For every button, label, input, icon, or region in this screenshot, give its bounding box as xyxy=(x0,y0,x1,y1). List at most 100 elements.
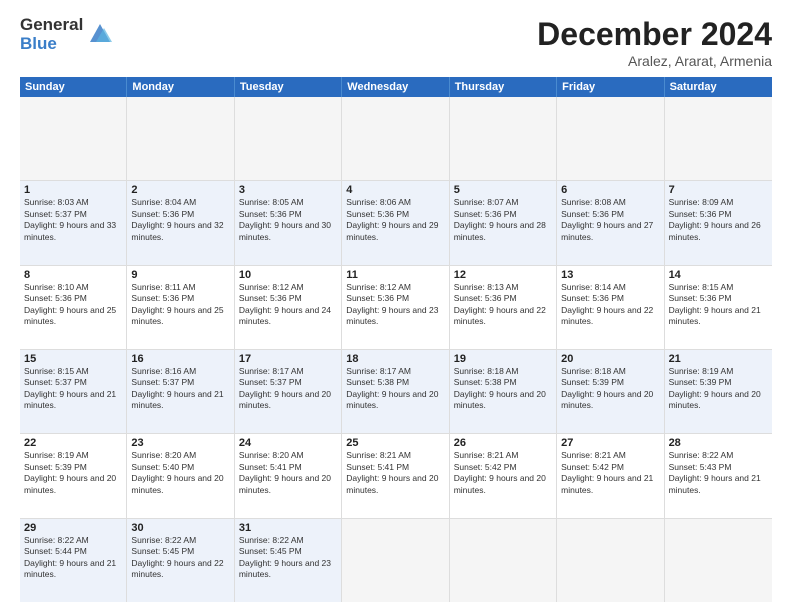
header-thursday: Thursday xyxy=(450,77,557,97)
cell-info: Sunrise: 8:06 AMSunset: 5:36 PMDaylight:… xyxy=(346,197,444,243)
calendar: Sunday Monday Tuesday Wednesday Thursday… xyxy=(20,77,772,602)
calendar-cell: 5Sunrise: 8:07 AMSunset: 5:36 PMDaylight… xyxy=(450,181,557,264)
page: General Blue December 2024 Aralez, Arara… xyxy=(0,0,792,612)
day-number: 28 xyxy=(669,437,768,449)
calendar-cell: 22Sunrise: 8:19 AMSunset: 5:39 PMDayligh… xyxy=(20,434,127,517)
day-number: 13 xyxy=(561,269,659,281)
calendar-cell: 20Sunrise: 8:18 AMSunset: 5:39 PMDayligh… xyxy=(557,350,664,433)
logo-icon xyxy=(86,20,114,51)
cell-info: Sunrise: 8:05 AMSunset: 5:36 PMDaylight:… xyxy=(239,197,337,243)
cell-info: Sunrise: 8:17 AMSunset: 5:38 PMDaylight:… xyxy=(346,366,444,412)
calendar-cell xyxy=(450,97,557,180)
calendar-cell: 21Sunrise: 8:19 AMSunset: 5:39 PMDayligh… xyxy=(665,350,772,433)
day-number: 5 xyxy=(454,184,552,196)
day-number: 23 xyxy=(131,437,229,449)
cell-info: Sunrise: 8:08 AMSunset: 5:36 PMDaylight:… xyxy=(561,197,659,243)
day-number: 31 xyxy=(239,522,337,534)
day-number: 27 xyxy=(561,437,659,449)
month-title: December 2024 xyxy=(537,16,772,53)
day-number: 7 xyxy=(669,184,768,196)
calendar-cell: 2Sunrise: 8:04 AMSunset: 5:36 PMDaylight… xyxy=(127,181,234,264)
calendar-body: 1Sunrise: 8:03 AMSunset: 5:37 PMDaylight… xyxy=(20,97,772,602)
calendar-cell: 30Sunrise: 8:22 AMSunset: 5:45 PMDayligh… xyxy=(127,519,234,602)
cell-info: Sunrise: 8:15 AMSunset: 5:36 PMDaylight:… xyxy=(669,282,768,328)
day-number: 24 xyxy=(239,437,337,449)
calendar-cell: 12Sunrise: 8:13 AMSunset: 5:36 PMDayligh… xyxy=(450,266,557,349)
calendar-cell: 18Sunrise: 8:17 AMSunset: 5:38 PMDayligh… xyxy=(342,350,449,433)
cell-info: Sunrise: 8:22 AMSunset: 5:43 PMDaylight:… xyxy=(669,450,768,496)
calendar-cell: 28Sunrise: 8:22 AMSunset: 5:43 PMDayligh… xyxy=(665,434,772,517)
day-number: 20 xyxy=(561,353,659,365)
day-number: 26 xyxy=(454,437,552,449)
header-tuesday: Tuesday xyxy=(235,77,342,97)
calendar-cell: 15Sunrise: 8:15 AMSunset: 5:37 PMDayligh… xyxy=(20,350,127,433)
day-number: 29 xyxy=(24,522,122,534)
cell-info: Sunrise: 8:21 AMSunset: 5:42 PMDaylight:… xyxy=(561,450,659,496)
logo-general: General xyxy=(20,16,83,35)
day-number: 10 xyxy=(239,269,337,281)
calendar-cell: 4Sunrise: 8:06 AMSunset: 5:36 PMDaylight… xyxy=(342,181,449,264)
calendar-cell xyxy=(235,97,342,180)
cell-info: Sunrise: 8:15 AMSunset: 5:37 PMDaylight:… xyxy=(24,366,122,412)
calendar-week-3: 15Sunrise: 8:15 AMSunset: 5:37 PMDayligh… xyxy=(20,350,772,434)
cell-info: Sunrise: 8:04 AMSunset: 5:36 PMDaylight:… xyxy=(131,197,229,243)
day-number: 21 xyxy=(669,353,768,365)
cell-info: Sunrise: 8:21 AMSunset: 5:41 PMDaylight:… xyxy=(346,450,444,496)
calendar-cell: 13Sunrise: 8:14 AMSunset: 5:36 PMDayligh… xyxy=(557,266,664,349)
cell-info: Sunrise: 8:20 AMSunset: 5:40 PMDaylight:… xyxy=(131,450,229,496)
calendar-cell: 14Sunrise: 8:15 AMSunset: 5:36 PMDayligh… xyxy=(665,266,772,349)
header-sunday: Sunday xyxy=(20,77,127,97)
logo-blue: Blue xyxy=(20,35,83,54)
cell-info: Sunrise: 8:12 AMSunset: 5:36 PMDaylight:… xyxy=(346,282,444,328)
cell-info: Sunrise: 8:16 AMSunset: 5:37 PMDaylight:… xyxy=(131,366,229,412)
cell-info: Sunrise: 8:20 AMSunset: 5:41 PMDaylight:… xyxy=(239,450,337,496)
calendar-week-2: 8Sunrise: 8:10 AMSunset: 5:36 PMDaylight… xyxy=(20,266,772,350)
calendar-cell: 11Sunrise: 8:12 AMSunset: 5:36 PMDayligh… xyxy=(342,266,449,349)
logo-text: General Blue xyxy=(20,16,83,53)
subtitle: Aralez, Ararat, Armenia xyxy=(537,53,772,69)
cell-info: Sunrise: 8:11 AMSunset: 5:36 PMDaylight:… xyxy=(131,282,229,328)
title-block: December 2024 Aralez, Ararat, Armenia xyxy=(537,16,772,69)
calendar-cell: 16Sunrise: 8:16 AMSunset: 5:37 PMDayligh… xyxy=(127,350,234,433)
calendar-cell: 10Sunrise: 8:12 AMSunset: 5:36 PMDayligh… xyxy=(235,266,342,349)
cell-info: Sunrise: 8:14 AMSunset: 5:36 PMDaylight:… xyxy=(561,282,659,328)
day-number: 3 xyxy=(239,184,337,196)
day-number: 6 xyxy=(561,184,659,196)
logo: General Blue xyxy=(20,16,114,53)
calendar-cell: 29Sunrise: 8:22 AMSunset: 5:44 PMDayligh… xyxy=(20,519,127,602)
day-number: 19 xyxy=(454,353,552,365)
calendar-cell: 17Sunrise: 8:17 AMSunset: 5:37 PMDayligh… xyxy=(235,350,342,433)
calendar-cell: 8Sunrise: 8:10 AMSunset: 5:36 PMDaylight… xyxy=(20,266,127,349)
day-number: 18 xyxy=(346,353,444,365)
cell-info: Sunrise: 8:09 AMSunset: 5:36 PMDaylight:… xyxy=(669,197,768,243)
calendar-week-4: 22Sunrise: 8:19 AMSunset: 5:39 PMDayligh… xyxy=(20,434,772,518)
calendar-cell xyxy=(20,97,127,180)
cell-info: Sunrise: 8:22 AMSunset: 5:45 PMDaylight:… xyxy=(239,535,337,581)
day-number: 15 xyxy=(24,353,122,365)
calendar-cell: 19Sunrise: 8:18 AMSunset: 5:38 PMDayligh… xyxy=(450,350,557,433)
day-number: 22 xyxy=(24,437,122,449)
calendar-cell xyxy=(557,97,664,180)
cell-info: Sunrise: 8:12 AMSunset: 5:36 PMDaylight:… xyxy=(239,282,337,328)
calendar-cell: 6Sunrise: 8:08 AMSunset: 5:36 PMDaylight… xyxy=(557,181,664,264)
header: General Blue December 2024 Aralez, Arara… xyxy=(20,16,772,69)
day-number: 8 xyxy=(24,269,122,281)
calendar-cell: 9Sunrise: 8:11 AMSunset: 5:36 PMDaylight… xyxy=(127,266,234,349)
calendar-cell: 23Sunrise: 8:20 AMSunset: 5:40 PMDayligh… xyxy=(127,434,234,517)
cell-info: Sunrise: 8:10 AMSunset: 5:36 PMDaylight:… xyxy=(24,282,122,328)
calendar-cell: 3Sunrise: 8:05 AMSunset: 5:36 PMDaylight… xyxy=(235,181,342,264)
calendar-cell: 31Sunrise: 8:22 AMSunset: 5:45 PMDayligh… xyxy=(235,519,342,602)
day-number: 4 xyxy=(346,184,444,196)
day-number: 9 xyxy=(131,269,229,281)
calendar-cell: 27Sunrise: 8:21 AMSunset: 5:42 PMDayligh… xyxy=(557,434,664,517)
calendar-cell: 1Sunrise: 8:03 AMSunset: 5:37 PMDaylight… xyxy=(20,181,127,264)
day-number: 11 xyxy=(346,269,444,281)
calendar-cell xyxy=(342,519,449,602)
day-number: 30 xyxy=(131,522,229,534)
day-number: 2 xyxy=(131,184,229,196)
calendar-cell xyxy=(557,519,664,602)
calendar-cell: 25Sunrise: 8:21 AMSunset: 5:41 PMDayligh… xyxy=(342,434,449,517)
day-number: 16 xyxy=(131,353,229,365)
cell-info: Sunrise: 8:19 AMSunset: 5:39 PMDaylight:… xyxy=(669,366,768,412)
cell-info: Sunrise: 8:13 AMSunset: 5:36 PMDaylight:… xyxy=(454,282,552,328)
